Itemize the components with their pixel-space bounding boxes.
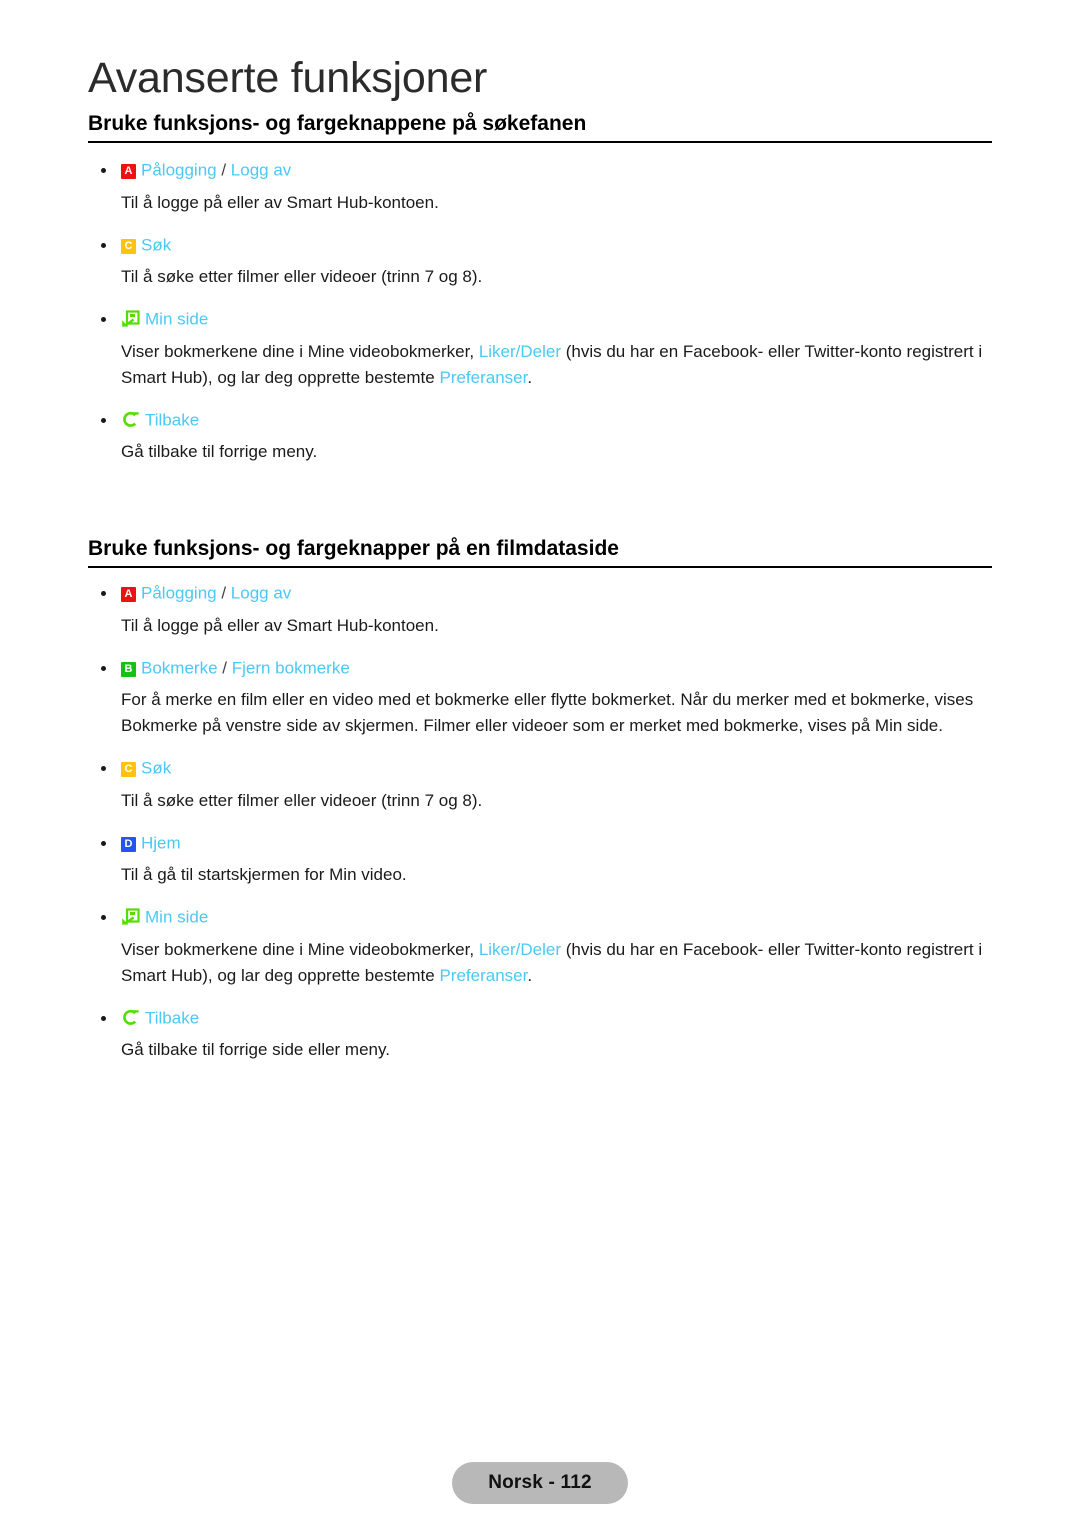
bullet-dot-icon: [101, 1015, 106, 1021]
label-primary: Tilbake: [145, 1008, 200, 1028]
label-secondary: Logg av: [230, 160, 292, 180]
list-item-label: Min side: [145, 908, 208, 927]
list-item-label: Pålogging / Logg av: [141, 584, 291, 603]
bullet-dot-icon: [101, 766, 106, 772]
page-title: Avanserte funksjoner: [88, 54, 488, 102]
bullet-dot-icon: [101, 168, 106, 173]
label-primary: Pålogging: [141, 583, 217, 603]
bullet-dot-icon: [101, 317, 106, 323]
label-separator: /: [217, 658, 232, 678]
description-text: .: [527, 367, 533, 387]
list-item-label: Tilbake: [145, 410, 199, 429]
manual-page: Avanserte funksjoner Bruke funksjons- og…: [0, 0, 1080, 1534]
description-highlight: Liker/Deler: [478, 341, 562, 361]
list-item: C Søk: [88, 232, 992, 259]
color-key-badge-a: A: [121, 164, 136, 179]
section: Bruke funksjons- og fargeknappene på søk…: [88, 110, 992, 465]
label-primary: Søk: [141, 235, 172, 255]
color-key-badge-b: B: [121, 661, 136, 677]
list-item: Tilbake: [88, 1005, 992, 1032]
return-icon: [121, 1009, 140, 1026]
list-item-description: For å merke en film eller en video med e…: [121, 690, 974, 736]
list-item: D Hjem: [88, 830, 992, 857]
list-item-description: Gå tilbake til forrige meny.: [121, 442, 318, 462]
list-item: A Pålogging / Logg av: [88, 157, 992, 184]
label-primary: Søk: [141, 758, 172, 778]
description-text: .: [527, 965, 533, 985]
label-secondary: Logg av: [230, 583, 292, 603]
list-item: Min side: [88, 306, 992, 333]
list-item-description: Til å søke etter filmer eller videoer (t…: [121, 267, 483, 287]
bullet-dot-icon: [101, 915, 106, 921]
description-text: Viser bokmerkene dine i Mine videobokmer…: [121, 939, 479, 959]
label-separator: /: [216, 583, 231, 603]
list-item-label: Søk: [141, 759, 171, 778]
bullet-dot-icon: [101, 840, 106, 846]
list-item-label: Tilbake: [145, 1008, 199, 1027]
list-item-description: Til å logge på eller av Smart Hub-kontoe…: [121, 192, 439, 212]
description-highlight: Liker/Deler: [478, 939, 562, 959]
section-heading: Bruke funksjons- og fargeknappene på søk…: [88, 110, 992, 143]
bullet-dot-icon: [101, 242, 106, 248]
label-primary: Tilbake: [145, 410, 200, 430]
label-primary: Pålogging: [141, 160, 217, 180]
list-item-description: Til å gå til startskjermen for Min video…: [121, 865, 407, 885]
description-highlight: Preferanser: [439, 367, 528, 387]
list-item-description: Gå tilbake til forrige side eller meny.: [121, 1040, 390, 1060]
label-primary: Min side: [145, 907, 209, 927]
color-key-badge-d: D: [121, 836, 136, 852]
list-item-label: Søk: [141, 235, 171, 254]
list-item-label: Min side: [145, 310, 208, 329]
list-item-description: Til å logge på eller av Smart Hub-kontoe…: [121, 615, 439, 635]
my-page-icon: [121, 310, 140, 327]
label-primary: Min side: [145, 309, 209, 329]
label-primary: Bokmerke: [141, 658, 218, 678]
my-page-icon: [121, 908, 140, 925]
list-item: Tilbake: [88, 407, 992, 434]
return-icon: [121, 411, 140, 428]
list-item: C Søk: [88, 755, 992, 782]
label-separator: /: [216, 160, 231, 180]
list-item-label: Pålogging / Logg av: [141, 161, 291, 180]
description-highlight: Preferanser: [439, 965, 528, 985]
color-key-badge-c: C: [121, 238, 136, 254]
list-item: Min side: [88, 904, 992, 931]
color-key-badge-c: C: [121, 762, 136, 778]
list-item: B Bokmerke / Fjern bokmerke: [88, 655, 992, 682]
list-item: A Pålogging / Logg av: [88, 580, 992, 607]
page-content: Bruke funksjons- og fargeknappene på søk…: [88, 110, 992, 1079]
list-item-description: Viser bokmerkene dine i Mine videobokmer…: [88, 937, 992, 989]
bullet-dot-icon: [101, 417, 106, 423]
color-key-badge-a: A: [121, 587, 136, 603]
bullet-dot-icon: [101, 665, 106, 671]
label-secondary: Fjern bokmerke: [231, 658, 350, 678]
label-primary: Hjem: [141, 833, 181, 853]
list-item-label: Hjem: [141, 833, 181, 852]
page-footer-label: Norsk - 112: [452, 1462, 628, 1504]
bullet-dot-icon: [101, 591, 106, 597]
section-heading: Bruke funksjons- og fargeknapper på en f…: [88, 535, 992, 569]
description-text: Viser bokmerkene dine i Mine videobokmer…: [121, 341, 479, 361]
list-item-description: Til å søke etter filmer eller videoer (t…: [121, 790, 483, 810]
section: Bruke funksjons- og fargeknapper på en f…: [88, 535, 992, 1063]
list-item-label: Bokmerke / Fjern bokmerke: [141, 658, 350, 677]
list-item-description: Viser bokmerkene dine i Mine videobokmer…: [88, 339, 992, 391]
